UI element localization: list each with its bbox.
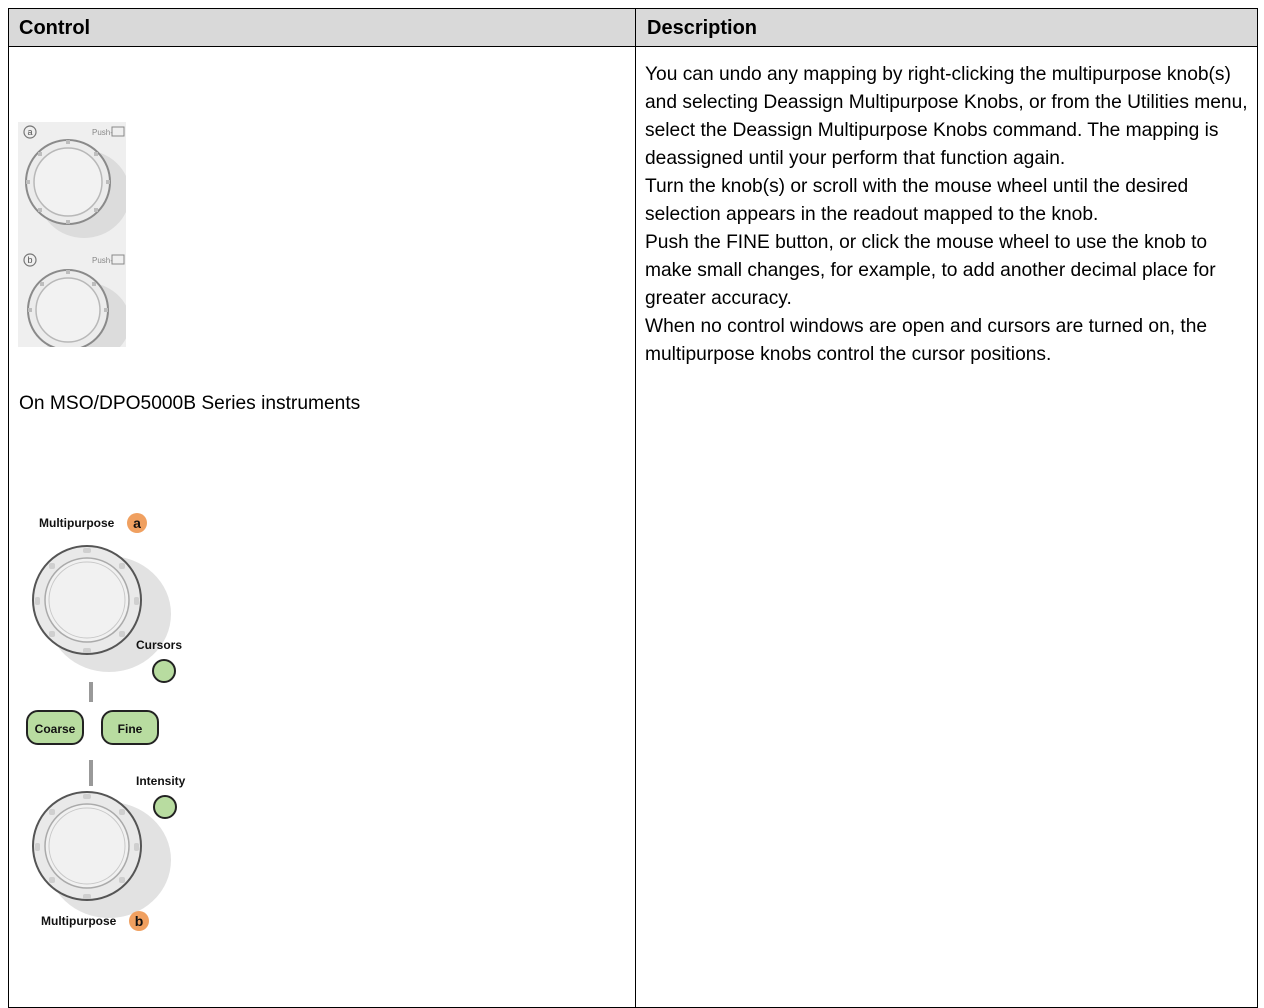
series-note: On MSO/DPO5000B Series instruments: [19, 393, 361, 414]
table-header-row: Control Description: [9, 9, 1257, 47]
cursors-button-icon: [152, 659, 176, 683]
svg-text:Multipurpose: Multipurpose: [39, 516, 115, 530]
description-paragraph: You can undo any mapping by right-clicki…: [645, 64, 1248, 169]
header-description: Description: [647, 17, 758, 39]
svg-text:Push-: Push-: [92, 128, 113, 137]
description-paragraph: Turn the knob(s) or scroll with the mous…: [645, 176, 1189, 225]
column-divider: [635, 9, 636, 1007]
svg-text:Intensity: Intensity: [136, 774, 186, 788]
knob-a-icon: a Push-: [23, 125, 130, 238]
description-paragraph: Push the FINE button, or click the mouse…: [645, 232, 1216, 309]
multipurpose-a-knob-icon: [32, 545, 171, 672]
description-text: You can undo any mapping by right-clicki…: [645, 61, 1250, 369]
control-table: Control Description a Push- b Push- On M…: [8, 8, 1258, 1008]
multipurpose-b-knob-icon: [32, 791, 171, 918]
front-panel-multipurpose-image: Multipurpose a Cursors Coarse Fine Inten…: [9, 506, 209, 936]
svg-text:b: b: [135, 913, 144, 929]
svg-text:a: a: [27, 127, 32, 137]
svg-text:a: a: [133, 515, 141, 531]
svg-text:Fine: Fine: [118, 722, 143, 736]
svg-text:b: b: [27, 255, 32, 265]
svg-text:Cursors: Cursors: [136, 638, 182, 652]
svg-text:Coarse: Coarse: [35, 722, 76, 736]
knob-b-icon: b Push-: [23, 253, 130, 362]
description-paragraph: When no control windows are open and cur…: [645, 316, 1208, 365]
svg-text:Push-: Push-: [92, 256, 113, 265]
front-panel-knobs-image: a Push- b Push-: [18, 122, 130, 362]
intensity-button-icon: [153, 795, 177, 819]
svg-text:Multipurpose: Multipurpose: [41, 914, 117, 928]
header-control: Control: [19, 17, 91, 39]
